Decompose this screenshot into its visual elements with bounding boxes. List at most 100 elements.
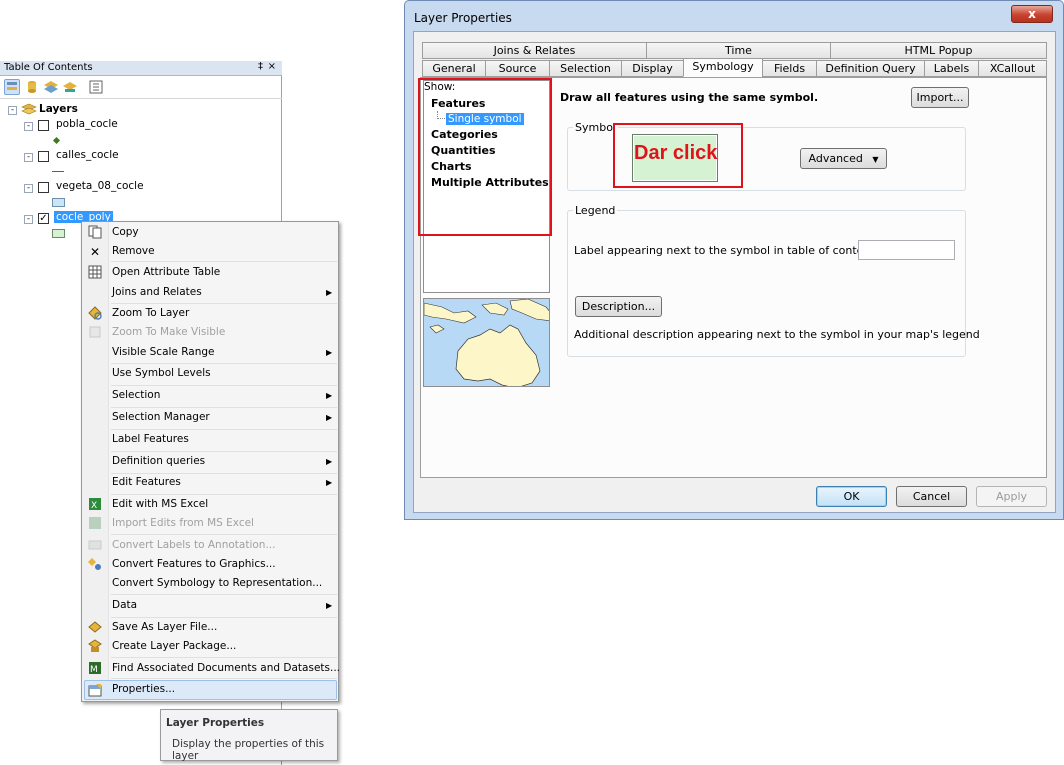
submenu-arrow-icon: ▶ [326, 348, 333, 357]
menu-item-visible-scale-range[interactable]: Visible Scale Range [112, 346, 215, 358]
properties-tooltip: Layer Properties Display the properties … [160, 709, 338, 762]
layers-expander[interactable]: - [8, 106, 17, 115]
polygon-symbol-swatch[interactable] [52, 229, 65, 238]
menu-item-data[interactable]: Data [112, 599, 137, 611]
menu-item-remove[interactable]: Remove [112, 245, 155, 257]
layer-expander[interactable]: - [24, 184, 33, 193]
layer-expander[interactable]: - [24, 215, 33, 224]
list-by-visibility-icon[interactable] [43, 79, 59, 95]
tab-fields[interactable]: Fields [762, 60, 817, 77]
layer-visibility-checkbox[interactable]: ✓ [38, 213, 49, 224]
copy-icon [88, 225, 102, 239]
remove-icon: ✕ [89, 245, 101, 259]
cancel-button[interactable]: Cancel [896, 486, 967, 507]
menu-item-open-attribute-table[interactable]: Open Attribute Table [112, 266, 220, 278]
menu-item-definition-queries[interactable]: Definition queries [112, 455, 205, 467]
convert-labels-icon [88, 538, 102, 552]
tab-display[interactable]: Display [621, 60, 684, 77]
layer-name[interactable]: pobla_cocle [56, 118, 118, 130]
layer-visibility-checkbox[interactable] [38, 120, 49, 131]
tab-labels[interactable]: Labels [924, 60, 979, 77]
ok-button[interactable]: OK [816, 486, 887, 507]
point-symbol-swatch[interactable] [52, 136, 61, 145]
excel-icon: X [88, 497, 102, 511]
layer-name[interactable]: vegeta_08_cocle [56, 180, 144, 192]
layer-expander[interactable]: - [24, 122, 33, 131]
menu-item-selection-manager[interactable]: Selection Manager [112, 411, 210, 423]
list-by-selection-icon[interactable] [62, 79, 78, 95]
legend-label-caption: Label appearing next to the symbol in ta… [574, 244, 885, 257]
list-by-source-icon[interactable] [24, 79, 40, 95]
menu-item-save-as-layer-file[interactable]: Save As Layer File... [112, 621, 217, 633]
menu-item-use-symbol-levels[interactable]: Use Symbol Levels [112, 367, 211, 379]
properties-icon [88, 683, 102, 697]
menu-item-convert-symbology-to-representation[interactable]: Convert Symbology to Representation... [112, 577, 322, 589]
menu-item-zoom-to-layer[interactable]: Zoom To Layer [112, 307, 189, 319]
menu-item-joins-and-relates[interactable]: Joins and Relates [112, 286, 202, 298]
close-icon[interactable]: x [1011, 5, 1053, 23]
legend-group-label: Legend [573, 204, 618, 217]
menu-item-zoom-to-make-visible: Zoom To Make Visible [112, 326, 226, 338]
tab-source[interactable]: Source [485, 60, 550, 77]
menu-item-copy[interactable]: Copy [112, 226, 139, 238]
menu-item-import-edits-from-ms-excel: Import Edits from MS Excel [112, 517, 254, 529]
layer-name[interactable]: calles_cocle [56, 149, 119, 161]
tab-xcallout[interactable]: XCallout [978, 60, 1047, 77]
menu-item-selection[interactable]: Selection [112, 389, 160, 401]
svg-text:M: M [90, 665, 98, 675]
toc-title: Table Of Contents [0, 61, 282, 76]
menu-separator [111, 363, 337, 364]
submenu-arrow-icon: ▶ [326, 413, 333, 422]
layer-visibility-checkbox[interactable] [38, 182, 49, 193]
menu-item-convert-labels-to-annotation: Convert Labels to Annotation... [112, 539, 276, 551]
layers-root-label[interactable]: Layers [39, 103, 78, 115]
layers-icon [21, 103, 37, 120]
menu-separator [111, 657, 337, 658]
convert-graphics-icon [88, 557, 102, 571]
tab-html-popup[interactable]: HTML Popup [830, 42, 1047, 59]
advanced-button-label: Advanced [808, 152, 863, 165]
advanced-button[interactable]: Advanced ▼ [800, 148, 887, 169]
menu-item-find-associated-documents[interactable]: Find Associated Documents and Datasets..… [112, 662, 340, 674]
layer-package-icon [88, 639, 102, 653]
tab-time[interactable]: Time [646, 42, 831, 59]
tooltip-title: Layer Properties [166, 717, 265, 729]
table-icon [88, 265, 102, 279]
map-preview-image [423, 298, 550, 387]
import-button[interactable]: Import... [911, 87, 969, 108]
zoom-visible-icon [88, 325, 102, 339]
tooltip-body: Display the properties of this layer [172, 738, 325, 762]
submenu-arrow-icon: ▶ [326, 288, 333, 297]
close-icon[interactable]: × [268, 61, 276, 72]
menu-item-label-features[interactable]: Label Features [112, 433, 189, 445]
menu-item-edit-with-ms-excel[interactable]: Edit with MS Excel [112, 498, 208, 510]
description-caption: Additional description appearing next to… [574, 328, 980, 341]
legend-label-input[interactable] [858, 240, 955, 260]
menu-item-convert-features-to-graphics[interactable]: Convert Features to Graphics... [112, 558, 276, 570]
tab-general[interactable]: General [422, 60, 486, 77]
menu-item-properties[interactable]: Properties... [112, 683, 175, 695]
polygon-symbol-swatch[interactable] [52, 198, 65, 207]
menu-item-create-layer-package[interactable]: Create Layer Package... [112, 640, 236, 652]
symbol-group-label: Symbol [573, 121, 618, 134]
dropdown-arrow-icon: ▼ [872, 155, 879, 164]
options-icon[interactable] [88, 79, 104, 95]
submenu-arrow-icon: ▶ [326, 478, 333, 487]
layer-expander[interactable]: - [24, 153, 33, 162]
annotation-text: Dar click [634, 142, 718, 164]
list-by-drawing-order-icon[interactable] [4, 79, 20, 95]
tab-definition-query[interactable]: Definition Query [816, 60, 925, 77]
tab-selection[interactable]: Selection [549, 60, 622, 77]
line-symbol-swatch[interactable] [52, 171, 64, 172]
pin-icon[interactable]: ‡ [258, 61, 263, 72]
description-button[interactable]: Description... [575, 296, 662, 317]
menu-separator [111, 451, 337, 452]
menu-item-edit-features[interactable]: Edit Features [112, 476, 181, 488]
layer-visibility-checkbox[interactable] [38, 151, 49, 162]
dialog-title: Layer Properties [414, 11, 512, 25]
tab-joins-relates[interactable]: Joins & Relates [422, 42, 647, 59]
apply-button: Apply [976, 486, 1047, 507]
tab-symbology[interactable]: Symbology [683, 58, 763, 77]
menu-separator [111, 617, 337, 618]
svg-text:X: X [91, 501, 97, 511]
